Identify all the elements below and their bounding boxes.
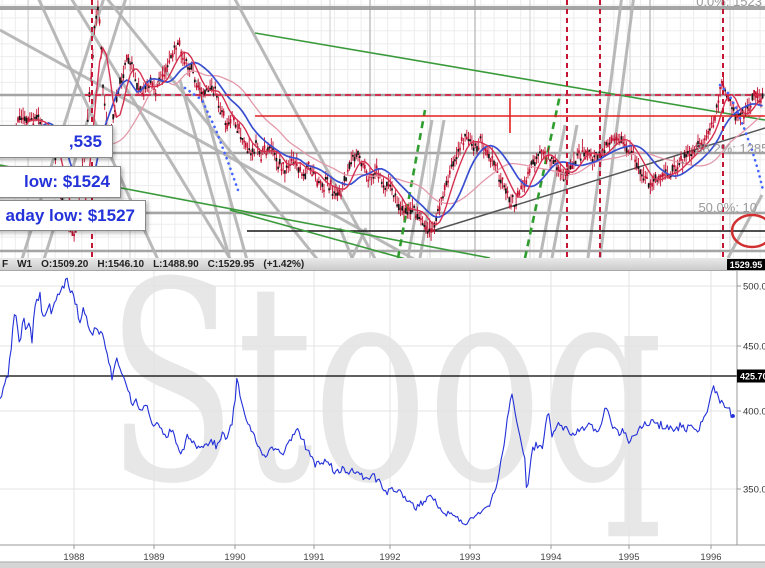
bottom-chart-header: F W1 O:1509.20 H:1546.10 L:1488.90 C:152…: [0, 258, 765, 271]
low-value: L:1488.90: [153, 259, 199, 270]
close-value: C:1529.95: [208, 259, 255, 270]
x-axis-year-label: 1992: [379, 552, 400, 563]
interval-label: W1: [17, 259, 32, 270]
bottom-chart-canvas[interactable]: Stooq 500.00 450.00 425.70 400.00 350.00 1988 1…: [0, 258, 765, 568]
tooltip-callout-low: low: $1524: [0, 166, 121, 198]
open-value: O:1509.20: [41, 259, 88, 270]
y-axis-label: 450.00: [743, 342, 765, 353]
x-axis-year-label: 1991: [303, 552, 324, 563]
tooltip-callout-intraday-low: aday low: $1527: [0, 200, 146, 231]
tooltip-text: ,535: [69, 132, 102, 152]
fibonacci-label: 38.2%: 1285.: [695, 141, 765, 156]
x-axis-year-label: 1988: [63, 552, 84, 563]
symbol-label: F: [2, 259, 8, 270]
last-price-box: 1529.95: [727, 259, 765, 270]
x-axis-year-label: 1994: [540, 552, 561, 563]
x-axis-year-label: 1990: [224, 552, 245, 563]
tooltip-text: aday low: $1527: [6, 206, 135, 226]
screenshot-root: 0.0%: 1523 38.2%: 1285. 50.0%: 10 ,535 low…: [0, 0, 765, 568]
top-chart-canvas[interactable]: 0.0%: 1523 38.2%: 1285. 50.0%: 10 ,535 low…: [0, 0, 765, 258]
fibonacci-label: 0.0%: 1523: [696, 0, 762, 9]
x-axis-year-label: 1993: [459, 552, 480, 563]
tooltip-callout-high: ,535: [0, 125, 113, 158]
y-axis-label: 500.00: [743, 282, 765, 293]
x-axis-year-label: 1995: [618, 552, 639, 563]
tooltip-text: low: $1524: [24, 172, 110, 192]
y-axis-label: 350.00: [743, 485, 765, 496]
x-axis-year-label: 1996: [700, 552, 721, 563]
fibonacci-label: 50.0%: 10: [698, 200, 757, 215]
change-value: (+1.42%): [263, 259, 304, 270]
stooq-watermark: Stooq: [107, 258, 664, 544]
y-axis-label: 400.00: [743, 407, 765, 418]
bottom-chart-drawing: Stooq 500.00 450.00 425.70 400.00 350.00 1988 1…: [0, 258, 765, 568]
x-axis-year-label: 1989: [143, 552, 164, 563]
high-value: H:1546.10: [97, 259, 144, 270]
y-axis-marked-price: 425.70: [740, 372, 765, 382]
